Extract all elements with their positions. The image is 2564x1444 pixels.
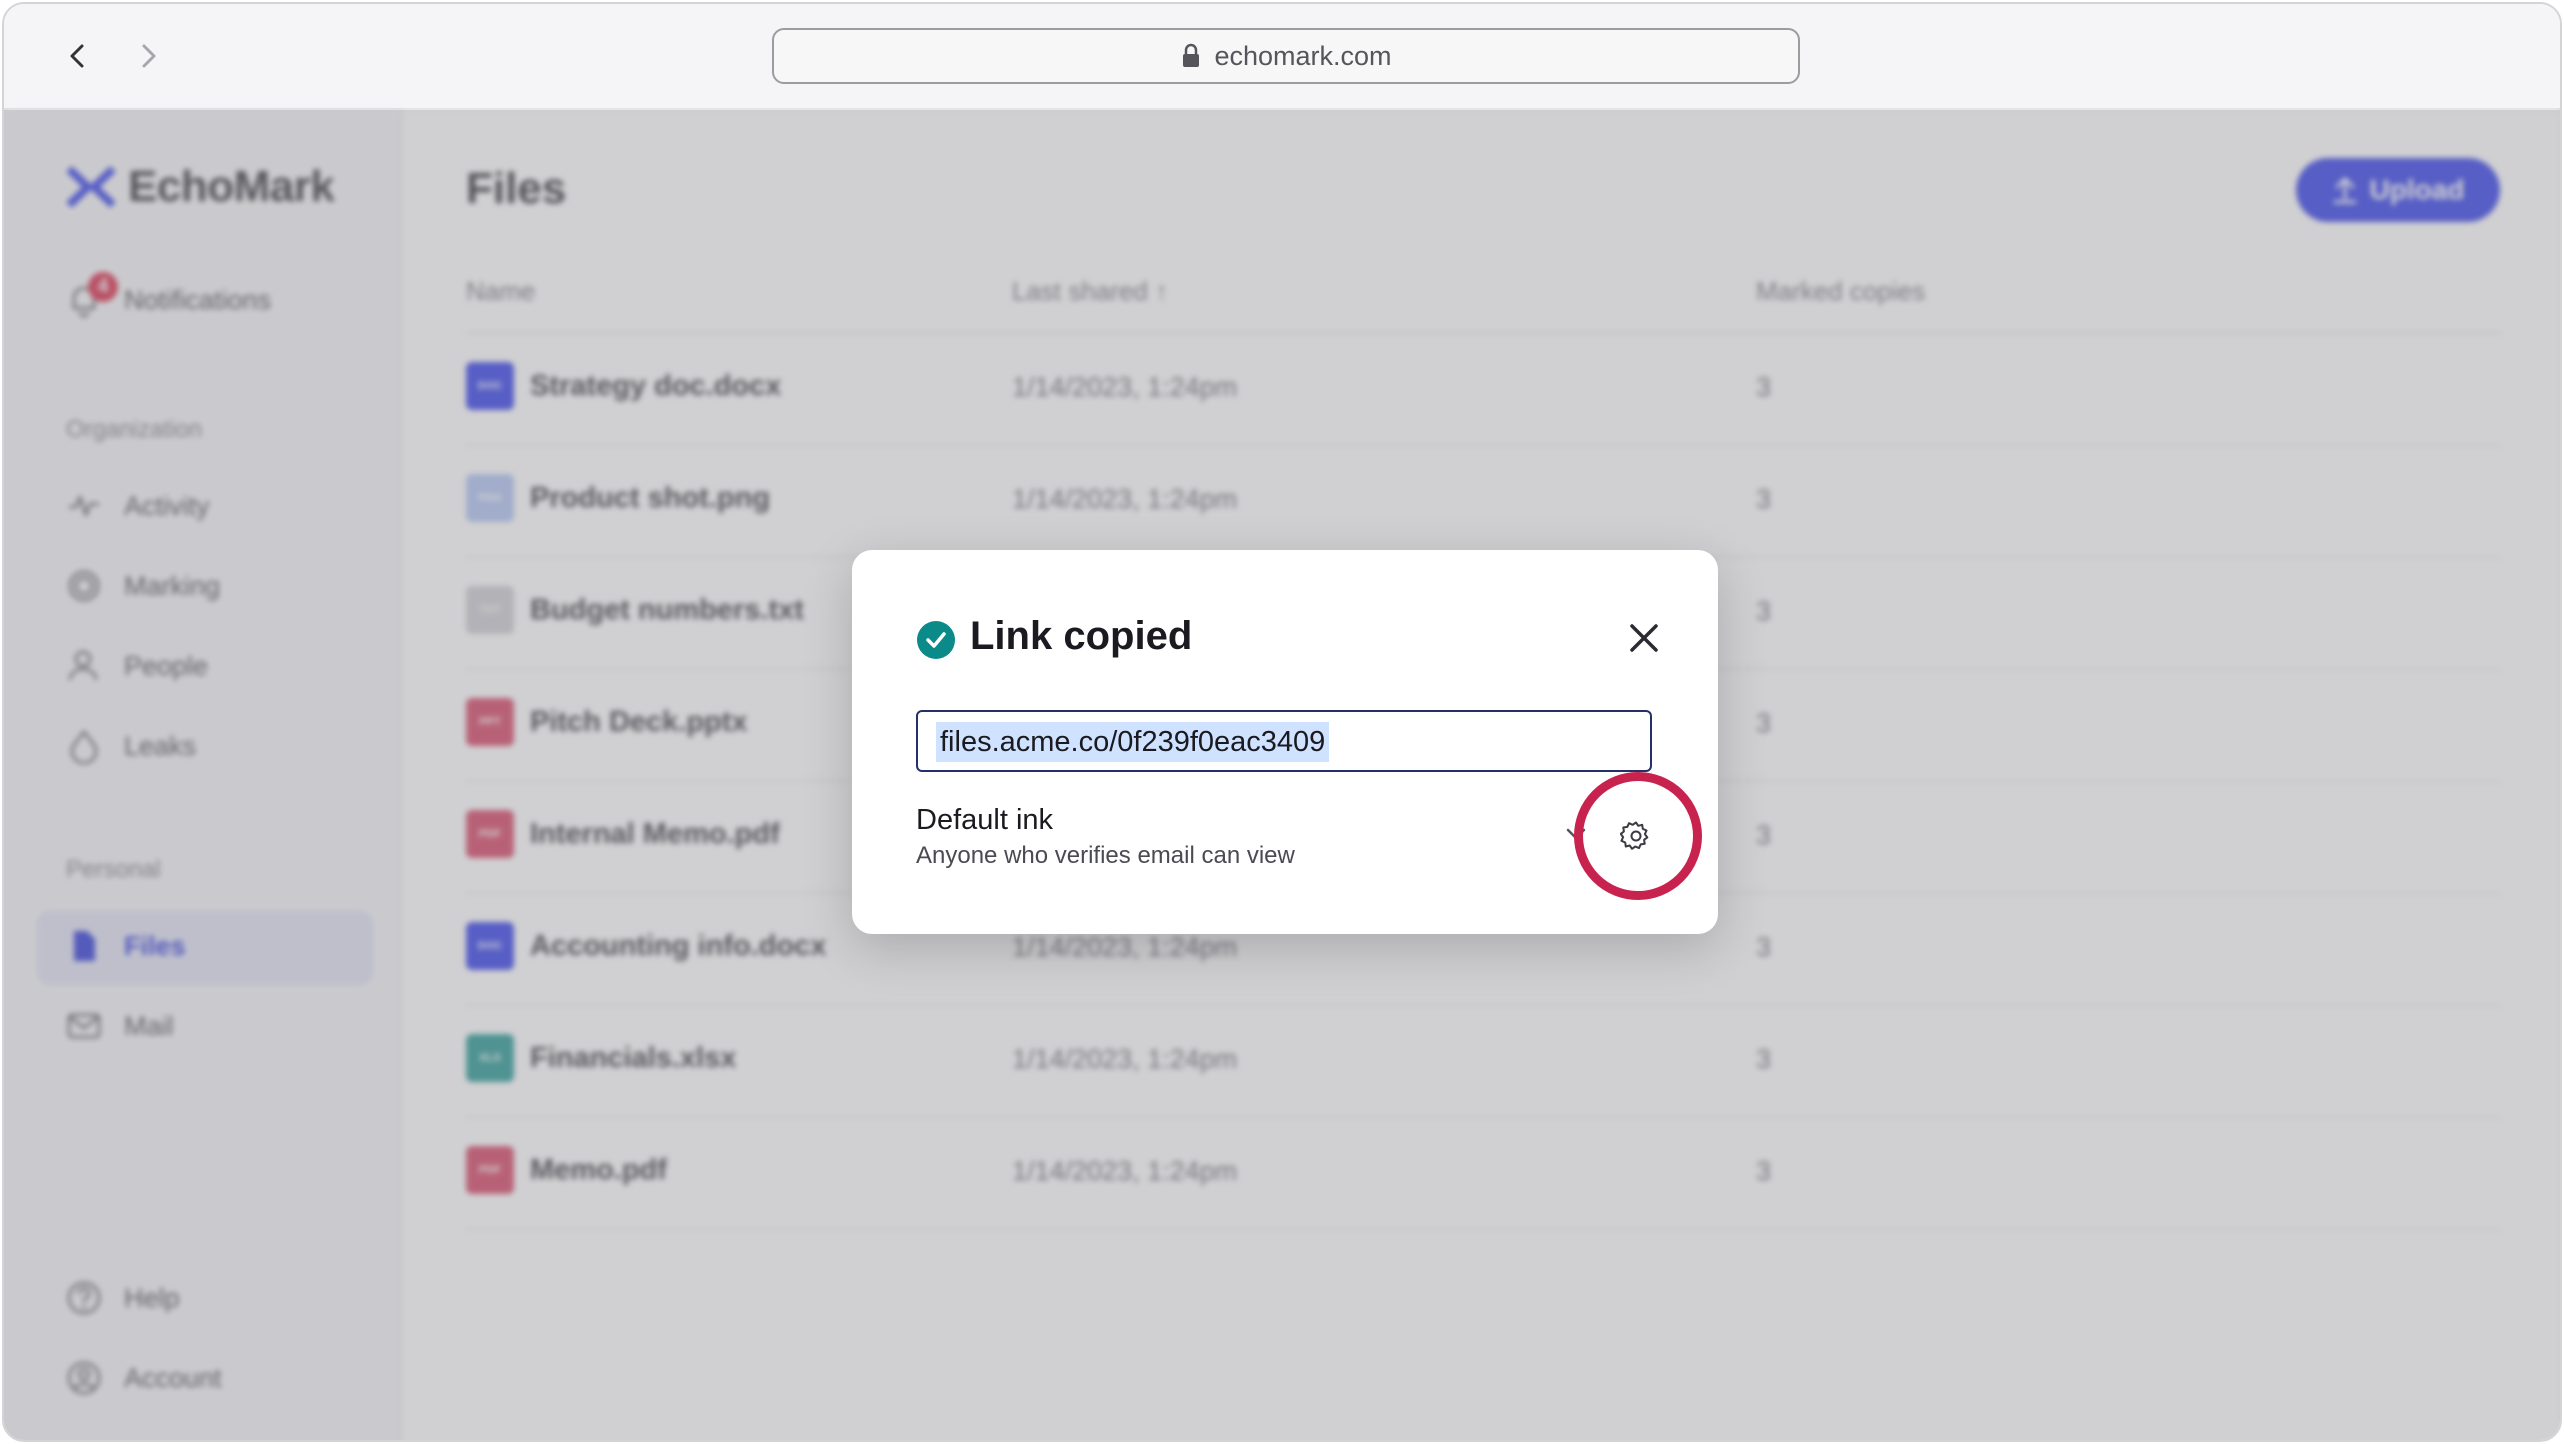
link-copied-dialog: Link copied files.acme.co/0f239f0eac3409…: [852, 550, 1718, 934]
lock-icon: [1183, 43, 1200, 67]
forward-icon[interactable]: [128, 36, 168, 76]
address-bar[interactable]: echomark.com: [772, 28, 1800, 84]
gear-icon: [1620, 821, 1649, 850]
share-link-selected-text: files.acme.co/0f239f0eac3409: [936, 722, 1330, 762]
chevron-down-icon[interactable]: [1562, 820, 1590, 848]
browser-toolbar: echomark.com: [4, 4, 2560, 110]
browser-window: echomark.com EchoMark 4 Notifications Or…: [2, 2, 2562, 1442]
back-icon[interactable]: [58, 36, 98, 76]
ink-setting-label[interactable]: Default ink: [916, 804, 1053, 837]
close-icon[interactable]: [1622, 616, 1666, 660]
check-circle-icon: [916, 620, 956, 660]
url-text: echomark.com: [1214, 40, 1392, 71]
ink-setting-description: Anyone who verifies email can view: [916, 842, 1295, 869]
ink-settings-button[interactable]: [1616, 816, 1656, 856]
dialog-title: Link copied: [970, 614, 1193, 658]
